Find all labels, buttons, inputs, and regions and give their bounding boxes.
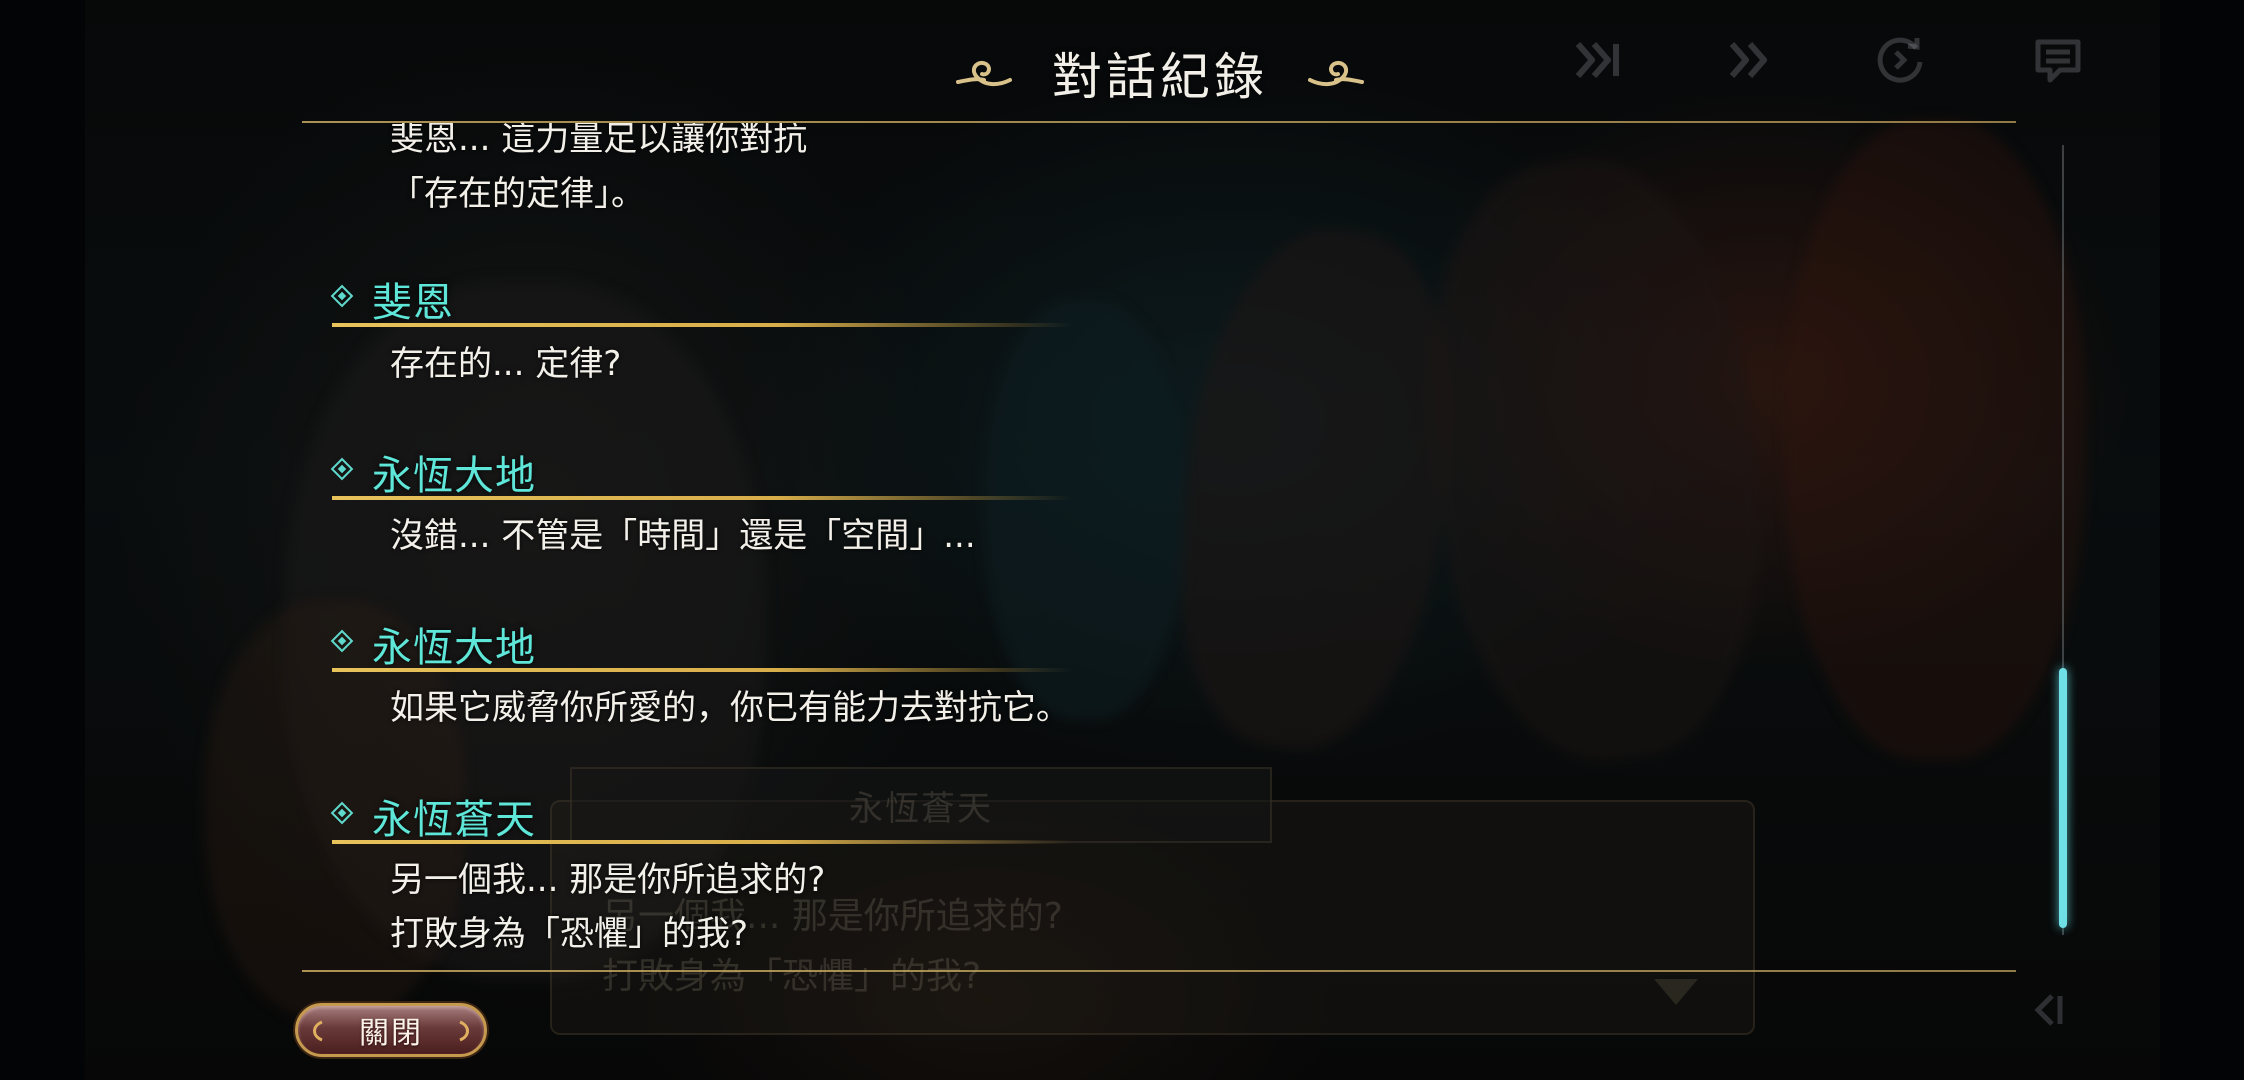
diamond-bullet-icon [330, 629, 354, 653]
log-text-line: 打敗身為「恐懼」的我? [390, 914, 749, 954]
log-text-line: 如果它威脅你所愛的，你已有能力去對抗它。 [390, 688, 1070, 728]
log-text-line: 斐恩... 這力量足以讓你對抗 [390, 123, 808, 159]
speaker-underline [332, 323, 1072, 327]
double-chevron-icon[interactable] [1720, 32, 1776, 88]
log-text-line: 「存在的定律」。 [390, 174, 645, 214]
speaker-underline [332, 496, 1072, 500]
close-button[interactable]: 關閉 [295, 1003, 487, 1057]
log-speaker-header: 永恆大地 [330, 615, 1112, 673]
speaker-name: 永恆大地 [372, 625, 536, 671]
flourish-left-icon [956, 60, 1012, 86]
speaker-underline [332, 668, 1072, 672]
page-title: 對話紀錄 [1052, 47, 1268, 106]
bottom-divider [302, 970, 2016, 972]
log-speaker-header: 永恆蒼天 [330, 787, 1112, 845]
log-text-line: 存在的... 定律? [390, 344, 622, 384]
double-chevron-bar-icon[interactable] [1570, 32, 1626, 88]
close-button-label: 關閉 [359, 1016, 423, 1051]
speaker-underline [332, 840, 1072, 844]
speaker-name: 斐恩 [372, 280, 454, 326]
log-text-line: 沒錯... 不管是「時間」還是「空間」... [390, 516, 976, 556]
log-speaker-header: 斐恩 [330, 270, 1112, 328]
message-list-icon[interactable] [2030, 32, 2086, 88]
title-bar: 對話紀錄 [950, 30, 1370, 115]
log-speaker-header: 永恆大地 [330, 443, 1112, 501]
diamond-bullet-icon [330, 284, 354, 308]
flourish-right-icon [1308, 60, 1364, 86]
speaker-name: 永恆大地 [372, 453, 536, 499]
log-text-line: 另一個我... 那是你所追求的? [390, 860, 826, 900]
speaker-name: 永恆蒼天 [372, 797, 536, 843]
scrollbar-thumb[interactable] [2059, 668, 2067, 928]
circle-arrow-icon[interactable] [1872, 32, 1928, 88]
ornament-left-icon [313, 1020, 323, 1042]
diamond-bullet-icon [330, 801, 354, 825]
skip-end-icon[interactable] [2030, 990, 2066, 1030]
dialogue-log-list[interactable]: 斐恩... 這力量足以讓你對抗 「存在的定律」。 斐恩 存在的... 定律? 永… [302, 123, 2016, 970]
ornament-right-icon [459, 1020, 469, 1042]
diamond-bullet-icon [330, 457, 354, 481]
